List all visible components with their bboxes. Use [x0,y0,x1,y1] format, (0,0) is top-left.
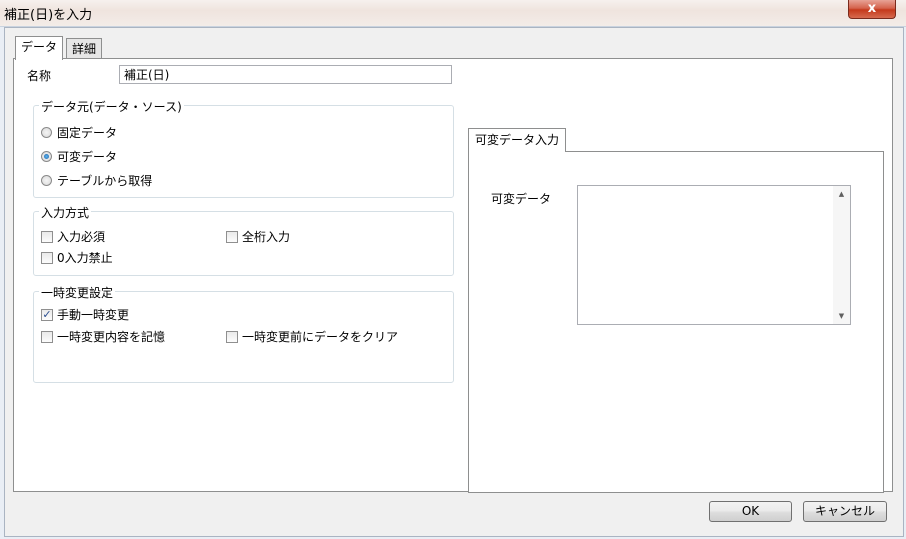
tab-panel-data: 名称 補正(日) データ元(データ・ソース) 固定データ 可変データ テーブルか… [13,58,893,493]
variable-data-label: 可変データ [491,192,552,206]
radio-button-selected[interactable] [41,151,52,162]
scroll-up-icon[interactable]: ▲ [833,190,850,198]
close-button[interactable]: x [848,0,896,19]
radio-fixed-data[interactable]: 固定データ [41,124,117,141]
variable-data-textarea[interactable]: ▲ ▼ [577,185,851,325]
data-source-legend: データ元(データ・ソース) [39,98,184,115]
vertical-scrollbar[interactable]: ▲ ▼ [833,186,850,324]
checkbox-remember-temp[interactable]: 一時変更内容を記憶 [41,328,165,345]
checkbox-required[interactable]: 入力必須 [41,228,105,245]
radio-button[interactable] [41,127,52,138]
tab-data-label: データ [21,40,58,54]
radio-button[interactable] [41,175,52,186]
tab-variable-data-input[interactable]: 可変データ入力 [468,128,567,152]
radio-label: 固定データ [57,126,118,140]
scroll-down-icon[interactable]: ▼ [833,312,850,320]
title-bar: 補正(日)を入力 x [0,0,906,27]
checkbox[interactable] [41,251,53,264]
checkbox[interactable] [41,330,53,343]
tab-variable-data-input-label: 可変データ入力 [475,133,560,147]
checkbox-label: 全桁入力 [242,230,291,244]
checkbox-full-digits[interactable]: 全桁入力 [226,228,290,245]
close-icon: x [867,1,877,16]
checkbox-label: 手動一時変更 [57,308,130,322]
checkbox[interactable] [226,230,238,243]
checkbox-label: 一時変更内容を記憶 [57,330,166,344]
temp-change-legend: 一時変更設定 [39,284,116,301]
checkbox-checked[interactable]: ✓ [41,308,53,321]
window-title: 補正(日)を入力 [4,8,93,23]
tab-data[interactable]: データ [15,36,64,60]
ok-button[interactable]: OK [709,501,792,522]
checkbox-label: 一時変更前にデータをクリア [242,330,399,344]
tab-details[interactable]: 詳細 [66,38,103,59]
checkbox[interactable] [226,330,238,343]
variable-data-panel: 可変データ ▲ ▼ [468,151,884,493]
name-label: 名称 [27,69,52,83]
dialog-client: データ 詳細 名称 補正(日) データ元(データ・ソース) 固定データ 可変デー… [4,27,904,537]
checkbox-manual-temp-change[interactable]: ✓ 手動一時変更 [41,306,129,323]
input-method-group: 入力方式 入力必須 全桁入力 0入力禁止 [33,204,454,276]
radio-from-table[interactable]: テーブルから取得 [41,172,152,189]
name-input[interactable]: 補正(日) [119,65,452,84]
radio-label: 可変データ [57,150,118,164]
temp-change-group: 一時変更設定 ✓ 手動一時変更 一時変更内容を記憶 一時変更前にデータをクリア [33,284,454,383]
checkbox-clear-before-temp[interactable]: 一時変更前にデータをクリア [226,328,398,345]
radio-variable-data[interactable]: 可変データ [41,148,117,165]
cancel-button[interactable]: キャンセル [803,501,887,522]
checkbox-label: 0入力禁止 [57,251,113,265]
checkbox-label: 入力必須 [57,230,106,244]
radio-label: テーブルから取得 [57,174,153,188]
data-source-group: データ元(データ・ソース) 固定データ 可変データ テーブルから取得 [33,98,454,198]
input-method-legend: 入力方式 [39,204,92,221]
checkbox[interactable] [41,230,53,243]
tab-details-label: 詳細 [72,42,97,56]
checkbox-no-zero[interactable]: 0入力禁止 [41,249,113,266]
